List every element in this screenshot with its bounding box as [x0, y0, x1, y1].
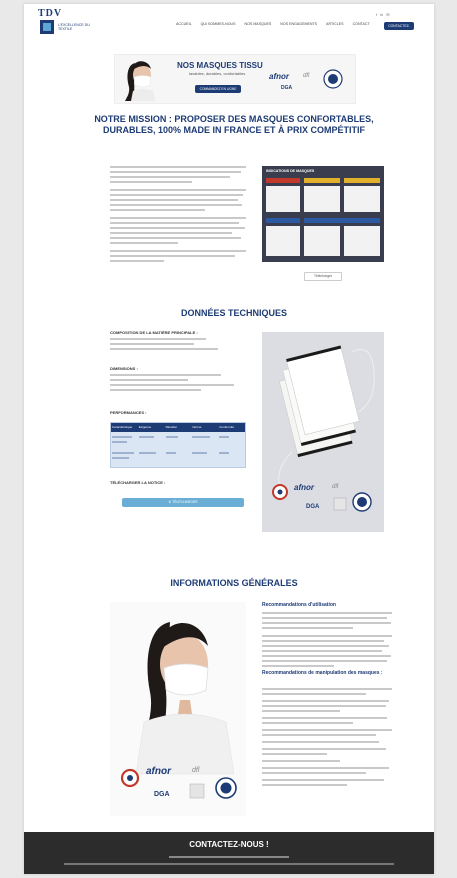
svg-text:dfl: dfl	[192, 767, 200, 774]
footer-text	[24, 856, 434, 858]
table-cell	[344, 186, 380, 212]
composition-text	[110, 338, 230, 353]
table-bar-yellow	[304, 178, 340, 183]
linkedin-icon[interactable]: in	[380, 12, 383, 17]
banner-subtitle: lavables, durables, confortables	[189, 71, 246, 76]
mission-title: NOTRE MISSION : PROPOSER DES MASQUES CON…	[94, 114, 374, 135]
header-contact-button[interactable]: CONTACTEZ-NOUS	[384, 22, 414, 36]
svg-text:afnor: afnor	[269, 72, 290, 81]
logo-text: TDV	[38, 8, 63, 19]
performance-heading: PERFORMANCES :	[110, 410, 147, 415]
dimensions-text	[110, 374, 240, 394]
mission-text	[110, 166, 246, 265]
order-online-button[interactable]: COMMANDEZ EN LIGNE	[195, 85, 241, 93]
banner-title: NOS MASQUES TISSU	[177, 61, 263, 70]
nav-item-commitments[interactable]: NOS ENGAGEMENTS	[280, 22, 317, 26]
table-cell	[304, 226, 340, 256]
perf-col-header: Conformité	[219, 425, 234, 429]
dimensions-heading: DIMENSIONS :	[110, 366, 138, 371]
contact-footer: CONTACTEZ-NOUS !	[24, 832, 434, 874]
promo-banner[interactable]: NOS MASQUES TISSU lavables, durables, co…	[114, 54, 356, 104]
nav-item-home[interactable]: ACCUEIL	[176, 22, 192, 26]
download-table-link[interactable]: Télécharger	[304, 272, 342, 281]
table-row	[111, 450, 245, 466]
nav-item-contact[interactable]: CONTACT	[353, 22, 370, 26]
general-info-title: INFORMATIONS GÉNÉRALES	[170, 578, 298, 588]
svg-text:DGA: DGA	[281, 85, 293, 91]
social-links: f in ✉	[376, 12, 390, 17]
table-bar-yellow-2	[344, 178, 380, 183]
table-bar-blue-2	[304, 218, 380, 223]
svg-text:dfl: dfl	[303, 73, 310, 79]
download-notice-label: TÉLÉCHARGER	[172, 500, 198, 504]
site-logo[interactable]: TDV L'EXCELLENCE DU TEXTILE	[36, 8, 90, 38]
handling-recommendations-heading: Recommandations de manipulation des masq…	[262, 670, 383, 676]
nav-item-articles[interactable]: ARTICLES	[326, 22, 344, 26]
download-notice-button[interactable]: ⬇ TÉLÉCHARGER	[122, 498, 244, 507]
svg-text:afnor: afnor	[146, 766, 172, 777]
table-row	[111, 434, 245, 450]
woman-wearing-mask-photo: afnor dfl DGA	[110, 602, 246, 816]
nav-item-about[interactable]: QUI SOMMES-NOUS	[201, 22, 236, 26]
svg-text:DGA: DGA	[306, 504, 320, 510]
perf-col-header: Norme	[192, 425, 202, 429]
svg-text:afnor: afnor	[294, 483, 315, 492]
performance-table: Caractéristique Exigence Résultat Norme …	[110, 422, 246, 468]
table-cell	[266, 226, 300, 256]
certification-logos: afnor dfl DGA	[269, 69, 343, 91]
composition-heading: COMPOSITION DE LA MATIÈRE PRINCIPALE :	[110, 330, 198, 335]
site-header: TDV L'EXCELLENCE DU TEXTILE ACCUEIL QUI …	[24, 4, 434, 44]
table-bar-red	[266, 178, 300, 183]
usage-recommendations-heading: Recommandations d'utilisation	[262, 602, 336, 608]
footer-text	[24, 863, 434, 865]
perf-col-header: Caractéristique	[112, 425, 133, 429]
facebook-icon[interactable]: f	[376, 12, 377, 17]
nav-item-masks[interactable]: NOS MASQUES	[245, 22, 272, 26]
table-cell	[304, 186, 340, 212]
usage-recommendations-text	[262, 612, 392, 670]
email-icon[interactable]: ✉	[386, 12, 389, 17]
handling-recommendations-list	[262, 688, 392, 789]
table-bar-blue	[266, 218, 300, 223]
woman-mask-image	[121, 57, 157, 101]
perf-col-header: Exigence	[138, 425, 152, 429]
logo-mark-icon	[40, 20, 54, 34]
svg-text:DGA: DGA	[154, 791, 170, 798]
indications-table-heading: INDICATIONS DE MASQUES	[266, 169, 315, 173]
fabric-masks-photo: afnor dfl DGA	[262, 332, 384, 532]
notice-heading: TÉLÉCHARGER LA NOTICE :	[110, 480, 166, 485]
technical-data-title: DONNÉES TECHNIQUES	[180, 308, 287, 318]
perf-col-header: Résultat	[165, 425, 177, 429]
performance-table-header: Caractéristique Exigence Résultat Norme …	[111, 423, 245, 432]
footer-contact-title: CONTACTEZ-NOUS !	[189, 840, 269, 849]
svg-text:dfl: dfl	[332, 484, 339, 490]
logo-subtitle: L'EXCELLENCE DU TEXTILE	[58, 23, 90, 31]
table-cell	[266, 186, 300, 212]
main-nav: ACCUEIL QUI SOMMES-NOUS NOS MASQUES NOS …	[176, 22, 370, 26]
page: TDV L'EXCELLENCE DU TEXTILE ACCUEIL QUI …	[24, 4, 434, 874]
mask-indications-table-image: INDICATIONS DE MASQUES	[262, 166, 384, 262]
table-cell	[344, 226, 380, 256]
